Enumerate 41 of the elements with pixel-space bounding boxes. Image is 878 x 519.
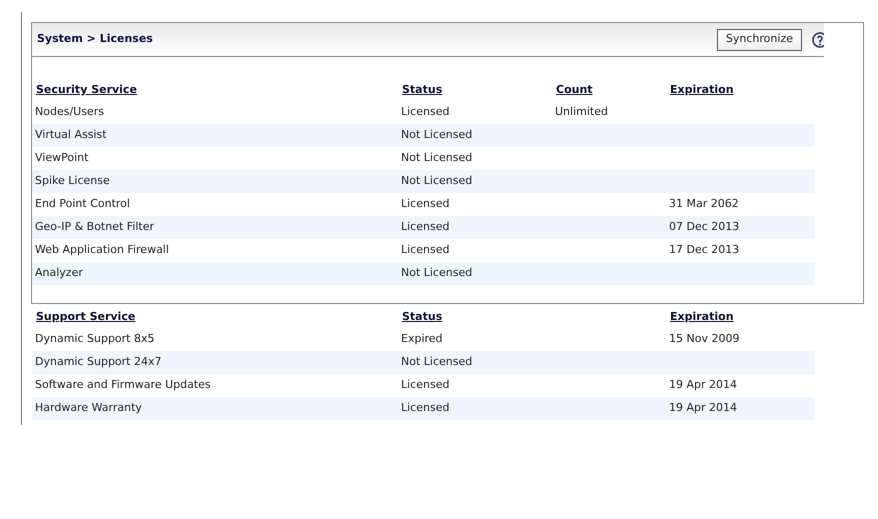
column-header[interactable]: Expiration	[670, 82, 734, 96]
table-cell: ViewPoint	[35, 151, 88, 164]
column-header[interactable]: Support Service	[36, 310, 136, 323]
column-header[interactable]: Security Service	[36, 82, 137, 96]
table-cell: Licensed	[401, 197, 450, 210]
table-cell: 19 Apr 2014	[669, 401, 738, 414]
column-header[interactable]: Status	[402, 310, 442, 323]
table-cell: Virtual Assist	[35, 128, 107, 142]
table-cell: Not Licensed	[401, 151, 472, 164]
table-cell: 15 Nov 2009	[669, 332, 740, 346]
column-header[interactable]: Status	[402, 82, 442, 96]
table-cell: 17 Dec 2013	[669, 243, 740, 256]
table-cell: Geo-IP & Botnet Filter	[35, 220, 154, 234]
table-cell: Dynamic Support 8x5	[35, 332, 154, 346]
table-cell: Hardware Warranty	[35, 401, 142, 414]
table-cell: Not Licensed	[401, 128, 472, 142]
table-cell: Not Licensed	[401, 355, 472, 368]
table-cell: Licensed	[401, 105, 450, 118]
column-header[interactable]: Expiration	[670, 310, 734, 323]
table-cell: Dynamic Support 24x7	[35, 355, 162, 368]
table-cell: Nodes/Users	[35, 105, 104, 118]
table-cell: 19 Apr 2014	[669, 378, 738, 392]
table-cell: Licensed	[401, 378, 450, 392]
table-cell: Not Licensed	[401, 266, 472, 280]
table-cell: Web Application Firewall	[35, 243, 169, 256]
table-cell: Licensed	[401, 243, 450, 256]
help-icon[interactable]	[812, 32, 824, 48]
table-cell: End Point Control	[35, 197, 130, 210]
table-cell: 07 Dec 2013	[669, 220, 740, 234]
table-cell: Unlimited	[555, 105, 608, 118]
table-cell: Spike License	[35, 174, 110, 188]
table-cell: Licensed	[401, 220, 450, 234]
table-cell: Analyzer	[35, 266, 83, 280]
table-cell: Not Licensed	[401, 174, 472, 188]
table-cell: Software and Firmware Updates	[35, 378, 211, 392]
table-cell: Expired	[401, 332, 443, 346]
table-cell: 31 Mar 2062	[669, 197, 739, 210]
synchronize-button[interactable]: Synchronize	[716, 28, 802, 50]
column-header[interactable]: Count	[556, 82, 593, 96]
table-cell: Licensed	[401, 401, 450, 414]
breadcrumb-title: System > Licenses	[37, 31, 153, 48]
